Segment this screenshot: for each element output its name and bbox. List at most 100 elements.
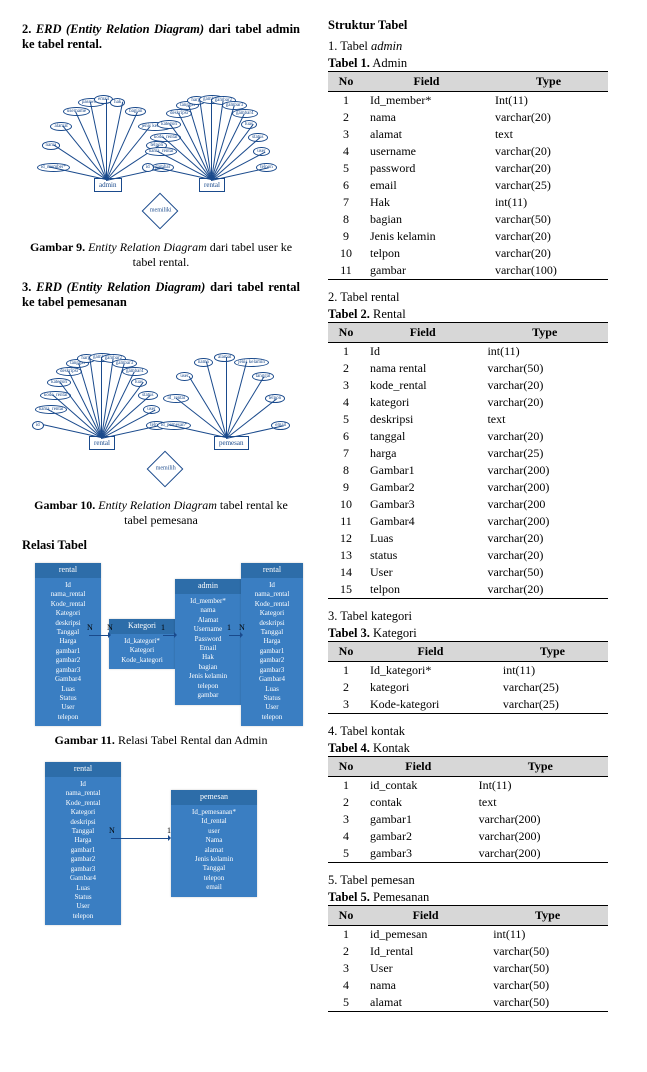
erd-attribute-oval: hak (110, 98, 125, 107)
table-header-row: NoFieldType (328, 906, 608, 926)
table-cell: varchar(50) (487, 994, 608, 1012)
table-cell: id_contak (364, 777, 473, 795)
table-cell: id_pemesan (364, 926, 487, 944)
table-cell: varchar(20) (481, 530, 608, 547)
erd-attribute-oval: jenis kelamin (234, 358, 269, 367)
table-list-number: 2. Tabel rental (328, 290, 399, 304)
table-title: Tabel 5. Pemesanan (328, 890, 608, 905)
table-title-rest: Admin (370, 56, 407, 70)
table-row: 5gambar3varchar(200) (328, 845, 608, 863)
cardinality-one: N (107, 623, 113, 632)
table-cell: 6 (328, 177, 364, 194)
table-cell: varchar(20) (489, 228, 608, 245)
table-header-row: NoFieldType (328, 642, 608, 662)
table-row: 9Gambar2varchar(200) (328, 479, 608, 496)
relation-table-field: Tanggal (177, 864, 251, 873)
table-header-cell: Type (497, 642, 608, 662)
relation-table-field: Harga (247, 637, 297, 646)
tables-container: 1. Tabel adminTabel 1. AdminNoFieldType1… (328, 39, 608, 1012)
table-row: 8bagianvarchar(50) (328, 211, 608, 228)
table-cell: contak (364, 794, 473, 811)
table-cell: 3 (328, 811, 364, 828)
relation-table-field: gambar2 (51, 855, 115, 864)
table-row: 11Gambar4varchar(200) (328, 513, 608, 530)
table-row: 2contaktext (328, 794, 608, 811)
table-row: 4usernamevarchar(20) (328, 143, 608, 160)
relation-table-header: pemesan (171, 790, 257, 805)
table-title-bold: Tabel 3. (328, 626, 370, 640)
table-cell: 5 (328, 411, 364, 428)
table-cell: varchar(20) (489, 109, 608, 126)
table-row: 3Kode-kategorivarchar(25) (328, 696, 608, 714)
erd-relationship-diamond: memiliki (141, 193, 178, 230)
relation-arrow (111, 838, 169, 839)
table-cell: 8 (328, 462, 364, 479)
table-title-bold: Tabel 1. (328, 56, 370, 70)
relation-table-field: gambar1 (41, 647, 95, 656)
section-2-heading: 2. ERD (Entity Relation Diagram) dari ta… (22, 22, 300, 52)
table-cell: varchar(200) (481, 479, 608, 496)
table-header-cell: No (328, 323, 364, 343)
table-cell: text (481, 411, 608, 428)
relation-table-box: pemesanId_pemesanan*Id_rentaluserNamaala… (171, 790, 257, 897)
table-cell: gambar2 (364, 828, 473, 845)
section-3-italic: ERD (Entity Relation Diagram) (36, 280, 205, 294)
table-header-row: NoFieldType (328, 323, 608, 343)
table-cell: int(11) (487, 926, 608, 944)
table-cell: harga (364, 445, 481, 462)
table-cell: 3 (328, 696, 364, 714)
relation-table-header: rental (35, 563, 101, 578)
relasi-tabel-heading: Relasi Tabel (22, 538, 300, 553)
table-cell: 3 (328, 377, 364, 394)
table-row: 5deskripsitext (328, 411, 608, 428)
table-row: 2nama rentalvarchar(50) (328, 360, 608, 377)
relation-table-field: Jenis kelamin (177, 855, 251, 864)
relation-table-field: Luas (247, 685, 297, 694)
relation-table-box: rentalIdnama_rentalKode_rentalKategoride… (45, 762, 121, 925)
table-cell: Kode-kategori (364, 696, 497, 714)
table-cell: varchar(200 (481, 496, 608, 513)
table-cell: 2 (328, 360, 364, 377)
table-list-number: 3. Tabel kategori (328, 609, 412, 623)
table-cell: int(11) (497, 662, 608, 680)
table-cell: password (364, 160, 489, 177)
table-row: 3gambar1varchar(200) (328, 811, 608, 828)
table-title-rest: Pemesanan (370, 890, 429, 904)
relation-table-header: rental (45, 762, 121, 777)
table-cell: 1 (328, 662, 364, 680)
figure-11-caption: Gambar 11. Relasi Tabel Rental dan Admin (22, 733, 300, 748)
table-cell: 15 (328, 581, 364, 599)
table-header-cell: Type (487, 906, 608, 926)
erd-admin-rental-figure: adminrentalmemilikiid_member*namaalamatu… (36, 58, 286, 238)
table-cell: User (364, 960, 487, 977)
relation-table-field: Kode_rental (41, 600, 95, 609)
erd-attribute-oval: alamat (50, 122, 71, 131)
table-cell: Id (364, 343, 481, 361)
relation-table-field: Id (247, 581, 297, 590)
relation-table-field: Gambar4 (51, 874, 115, 883)
relation-table-field: Password (181, 635, 235, 644)
figure-11-bold: Gambar 11. (54, 733, 114, 747)
table-cell: 10 (328, 245, 364, 262)
table-cell: varchar(200) (481, 513, 608, 530)
relation-table-header: rental (241, 563, 303, 578)
table-header-cell: No (328, 72, 364, 92)
relation-table-field: gambar2 (41, 656, 95, 665)
section-3-title: ERD (Entity Relation Diagram) dari tabel… (22, 280, 300, 309)
relation-table-field: gambar3 (41, 666, 95, 675)
table-cell: varchar(20) (489, 160, 608, 177)
table-row: 1Idint(11) (328, 343, 608, 361)
table-cell: int(11) (481, 343, 608, 361)
cardinality-n: N (109, 826, 115, 835)
table-cell: varchar(20) (481, 428, 608, 445)
relation-diagram-1: rentalIdnama_rentalKode_rentalKategoride… (31, 559, 291, 729)
relation-table-field: Kode_kategori (115, 656, 169, 665)
table-cell: Int(11) (473, 777, 608, 795)
table-header-cell: Type (489, 72, 608, 92)
table-cell: varchar(20) (481, 377, 608, 394)
relation-table-field: Status (51, 893, 115, 902)
table-row: 6tanggalvarchar(20) (328, 428, 608, 445)
table-header-row: NoFieldType (328, 72, 608, 92)
cardinality-n: 1 (161, 623, 165, 632)
section-3-number: 3. (22, 280, 31, 294)
